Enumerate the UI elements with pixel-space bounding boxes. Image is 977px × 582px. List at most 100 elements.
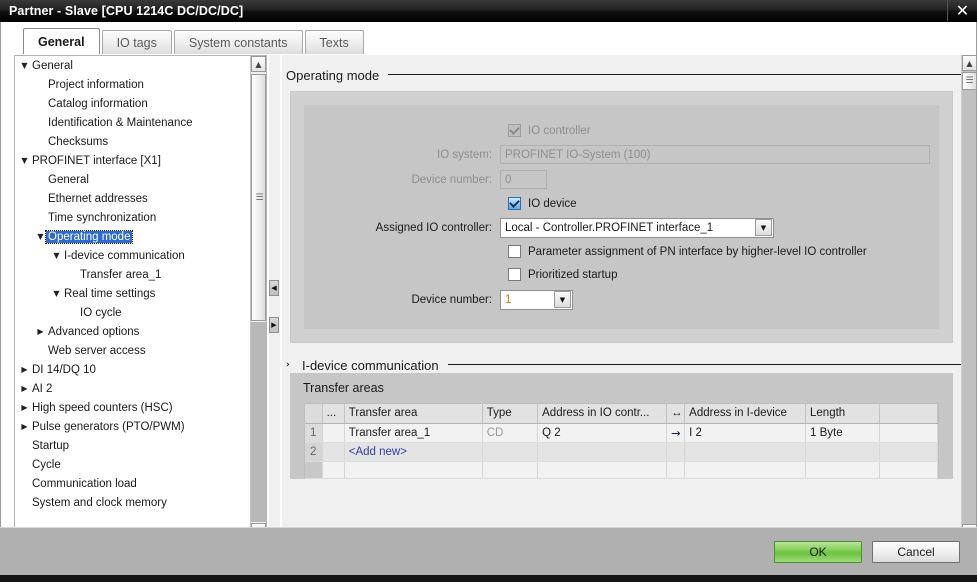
sidebar-item-transfer-area-1[interactable]: Transfer area_1 bbox=[15, 265, 251, 284]
sidebar-item-general[interactable]: ▼ General bbox=[15, 56, 251, 75]
chevron-right-icon[interactable]: ▶ bbox=[19, 365, 30, 374]
param-assignment-row[interactable]: Parameter assignment of PN interface by … bbox=[304, 240, 939, 263]
io-device-label: IO device bbox=[528, 197, 577, 210]
close-icon[interactable]: ✕ bbox=[947, 0, 977, 21]
chevron-right-icon[interactable]: ▶ bbox=[19, 384, 30, 393]
col-row-index[interactable] bbox=[305, 404, 323, 424]
chevron-right-icon[interactable]: ▶ bbox=[35, 327, 46, 336]
sidebar-item-label: Real time settings bbox=[64, 287, 156, 300]
chevron-down-icon[interactable]: ▼ bbox=[755, 219, 772, 236]
chevron-right-icon[interactable]: ▶ bbox=[19, 422, 30, 431]
content-scroll-up-icon[interactable]: ▲ bbox=[962, 55, 977, 71]
sidebar-item-web-server-access[interactable]: Web server access bbox=[15, 341, 251, 360]
col-address-io-controller[interactable]: Address in IO contr... bbox=[537, 404, 668, 424]
io-controller-checkbox bbox=[508, 124, 521, 137]
table-row[interactable]: 2 <Add new> bbox=[305, 442, 939, 462]
add-new-button[interactable]: <Add new> bbox=[344, 442, 483, 462]
idevice-communication-section-header[interactable]: › I-device communication bbox=[282, 343, 965, 373]
sidebar-item-io-cycle[interactable]: IO cycle bbox=[15, 303, 251, 322]
sidebar-item-project-information[interactable]: Project information bbox=[15, 75, 251, 94]
ok-button[interactable]: OK bbox=[774, 540, 862, 563]
sidebar-item-communication-load[interactable]: Communication load bbox=[15, 474, 251, 493]
sidebar-item-system-and-clock-memory[interactable]: System and clock memory bbox=[15, 493, 251, 512]
tab-io-tags[interactable]: IO tags bbox=[101, 30, 172, 54]
chevron-down-icon[interactable]: ▼ bbox=[19, 156, 30, 165]
sidebar-item-high-speed-counters-hsc[interactable]: ▶ High speed counters (HSC) bbox=[15, 398, 251, 417]
chevron-down-icon[interactable]: ▼ bbox=[19, 61, 30, 70]
sidebar-item-label: Catalog information bbox=[48, 97, 148, 110]
chevron-down-icon[interactable]: ▼ bbox=[35, 232, 46, 241]
expand-chevron-right-icon[interactable]: › bbox=[286, 360, 302, 370]
panel-splitter[interactable]: ◀ ▶ bbox=[269, 55, 280, 540]
tree-scrollbar[interactable]: ▲ ☰ ▼ bbox=[250, 56, 266, 539]
sidebar-item-cycle[interactable]: Cycle bbox=[15, 455, 251, 474]
cell-length bbox=[805, 442, 880, 462]
col-length[interactable]: Length bbox=[805, 404, 880, 424]
cancel-button[interactable]: Cancel bbox=[872, 540, 960, 563]
sidebar-item-ethernet-addresses[interactable]: Ethernet addresses bbox=[15, 189, 251, 208]
tab-general[interactable]: General bbox=[23, 28, 100, 54]
assigned-io-controller-value: Local - Controller.PROFINET interface_1 bbox=[505, 221, 714, 234]
io-device-row[interactable]: IO device bbox=[304, 192, 939, 215]
sidebar-item-pulse-generators-pto-pwm[interactable]: ▶ Pulse generators (PTO/PWM) bbox=[15, 417, 251, 436]
sidebar-item-label: Identification & Maintenance bbox=[48, 116, 193, 129]
param-assignment-checkbox[interactable] bbox=[508, 245, 521, 258]
sidebar-item-time-synchronization[interactable]: Time synchronization bbox=[15, 208, 251, 227]
sidebar-item-di-14-dq-10[interactable]: ▶ DI 14/DQ 10 bbox=[15, 360, 251, 379]
chevron-down-icon[interactable]: ▼ bbox=[51, 251, 62, 260]
cell-length[interactable]: 1 Byte bbox=[805, 423, 880, 443]
sidebar-item-checksums[interactable]: Checksums bbox=[15, 132, 251, 151]
sidebar-item-identification-maintenance[interactable]: Identification & Maintenance bbox=[15, 113, 251, 132]
sidebar-item-ai-2[interactable]: ▶ AI 2 bbox=[15, 379, 251, 398]
cell-type[interactable]: CD bbox=[482, 423, 539, 443]
splitter-collapse-right-icon[interactable]: ▶ bbox=[269, 317, 279, 333]
assigned-io-controller-select[interactable]: Local - Controller.PROFINET interface_1 … bbox=[500, 217, 774, 238]
cell-trailing bbox=[879, 442, 939, 462]
col-dots[interactable]: ... bbox=[322, 404, 345, 424]
tab-texts[interactable]: Texts bbox=[304, 30, 364, 54]
prioritized-startup-checkbox[interactable] bbox=[508, 268, 521, 281]
row-dots[interactable] bbox=[322, 442, 345, 462]
sidebar-item-label: System and clock memory bbox=[32, 496, 167, 509]
arrow-right-icon: → bbox=[666, 423, 686, 443]
section-title: Operating mode bbox=[286, 67, 380, 83]
device-number-controller-field: 0 bbox=[500, 170, 547, 189]
tab-system-constants[interactable]: System constants bbox=[173, 30, 303, 54]
sidebar-item-advanced-options[interactable]: ▶ Advanced options bbox=[15, 322, 251, 341]
col-direction-icon[interactable]: ↔ bbox=[666, 404, 686, 424]
sidebar-item-catalog-information[interactable]: Catalog information bbox=[15, 94, 251, 113]
sidebar-item-i-device-communication[interactable]: ▼ I-device communication bbox=[15, 246, 251, 265]
tree-scrollbar-track[interactable] bbox=[251, 322, 266, 522]
chevron-right-icon[interactable]: ▶ bbox=[19, 403, 30, 412]
device-number-controller-label: Device number: bbox=[411, 173, 492, 186]
row-dots[interactable] bbox=[322, 423, 345, 443]
tree-scrollbar-thumb[interactable]: ☰ bbox=[251, 74, 266, 321]
col-type[interactable]: Type bbox=[482, 404, 539, 424]
splitter-collapse-left-icon[interactable]: ◀ bbox=[269, 280, 279, 296]
sidebar-item-operating-mode[interactable]: ▼ Operating mode bbox=[15, 227, 251, 246]
cell-address-idevice bbox=[684, 442, 807, 462]
content-scrollbar-thumb[interactable]: ☰ bbox=[962, 72, 977, 90]
cell-address-idevice[interactable]: I 2 bbox=[684, 423, 807, 443]
col-address-idevice[interactable]: Address in I-device bbox=[684, 404, 807, 424]
chevron-down-icon[interactable]: ▼ bbox=[554, 291, 571, 308]
cell-transfer-area[interactable]: Transfer area_1 bbox=[344, 423, 483, 443]
prioritized-startup-row[interactable]: Prioritized startup bbox=[304, 263, 939, 286]
col-transfer-area[interactable]: Transfer area bbox=[344, 404, 483, 424]
sidebar-item-profinet-interface-x1[interactable]: ▼ PROFINET interface [X1] bbox=[15, 151, 251, 170]
col-trailing[interactable] bbox=[879, 404, 939, 424]
sidebar-item-general[interactable]: General bbox=[15, 170, 251, 189]
sidebar-item-real-time-settings[interactable]: ▼ Real time settings bbox=[15, 284, 251, 303]
sidebar-item-label: Operating mode bbox=[44, 229, 134, 244]
sidebar-item-startup[interactable]: Startup bbox=[15, 436, 251, 455]
content-scrollbar[interactable]: ▲ ☰ ▼ bbox=[961, 55, 977, 540]
io-device-checkbox[interactable] bbox=[508, 197, 521, 210]
chevron-down-icon[interactable]: ▼ bbox=[51, 289, 62, 298]
tree-scroll-up-icon[interactable]: ▲ bbox=[251, 56, 266, 72]
transfer-areas-table: ... Transfer area Type Address in IO con… bbox=[305, 404, 939, 479]
sidebar-item-label: Web server access bbox=[48, 344, 146, 357]
table-row[interactable]: 1 Transfer area_1 CD Q 2 → I 2 1 Byte bbox=[305, 423, 939, 443]
cell-address-io-controller[interactable]: Q 2 bbox=[537, 423, 668, 443]
filler-cell bbox=[666, 461, 686, 479]
device-number-idevice-select[interactable]: 1 ▼ bbox=[500, 289, 573, 310]
